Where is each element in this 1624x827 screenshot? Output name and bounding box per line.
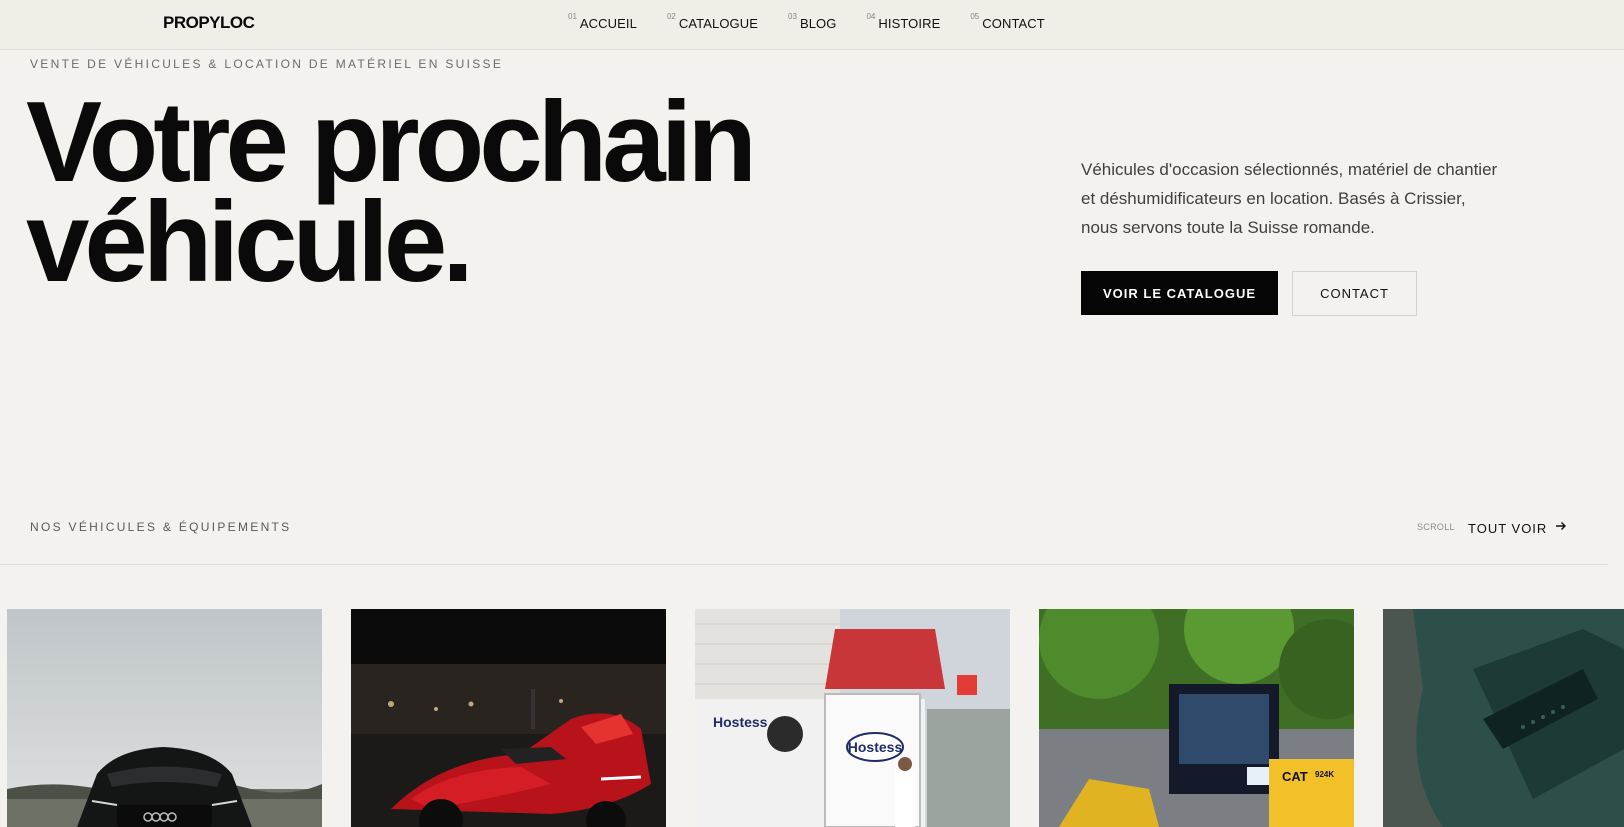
nav-number: 05 — [970, 12, 980, 21]
svg-text:Hostess: Hostess — [713, 714, 768, 730]
black-audi-car-image — [7, 609, 322, 827]
hero-title-line-1: Votre prochain — [26, 79, 757, 206]
nav-item-catalogue[interactable]: 02 CATALOGUE — [667, 12, 758, 38]
nav-number: 02 — [666, 12, 676, 21]
yellow-cat-loader-image: CAT 924K — [1039, 609, 1354, 827]
vehicle-card-car[interactable] — [7, 609, 322, 827]
nav-item-histoire[interactable]: 04 HISTOIRE — [866, 12, 940, 38]
nav-number: 01 — [568, 12, 577, 21]
contact-button[interactable]: CONTACT — [1292, 271, 1417, 316]
site-logo[interactable]: PROPYLOC — [163, 13, 255, 33]
vehicle-card-truck[interactable]: Hostess Hostess — [695, 609, 1010, 827]
hero-title: Votre prochain véhicule. — [26, 79, 757, 306]
see-all-label: TOUT VOIR — [1468, 520, 1548, 536]
svg-text:CAT: CAT — [1282, 769, 1308, 784]
view-catalogue-button[interactable]: VOIR LE CATALOGUE — [1081, 271, 1278, 315]
vehicle-card-motorcycle[interactable] — [351, 609, 666, 827]
nav-item-accueil[interactable]: 01 ACCUEIL — [568, 12, 637, 38]
nav-item-contact[interactable]: 05 CONTACT — [970, 12, 1044, 38]
nav-label: CATALOGUE — [678, 16, 759, 31]
vehicle-card-loader[interactable]: CAT 924K — [1039, 609, 1354, 827]
nav-label: HISTOIRE — [878, 16, 941, 31]
teal-equipment-case-image — [1383, 609, 1624, 827]
scroll-hint: SCROLL — [1417, 522, 1455, 532]
red-sport-motorcycle-image — [351, 609, 666, 827]
nav-number: 03 — [788, 12, 797, 21]
main-nav: 01 ACCUEIL 02 CATALOGUE 03 BLOG 04 HISTO… — [568, 12, 1075, 38]
nav-number: 04 — [866, 12, 876, 21]
see-all-link[interactable]: TOUT VOIR — [1468, 519, 1567, 537]
nav-label: ACCUEIL — [579, 16, 637, 31]
nav-label: CONTACT — [982, 16, 1045, 31]
nav-label: BLOG — [799, 16, 837, 31]
section-divider — [0, 564, 1608, 565]
section-label: NOS VÉHICULES & ÉQUIPEMENTS — [30, 520, 292, 534]
arrow-right-icon — [1555, 519, 1567, 537]
svg-text:Hostess: Hostess — [848, 739, 903, 755]
hero-title-line-2: véhicule. — [26, 179, 474, 306]
svg-text:924K: 924K — [1315, 770, 1334, 779]
hero-intro-text: Véhicules d'occasion sélectionnés, matér… — [1081, 160, 1498, 237]
vehicle-card-equipment[interactable] — [1383, 609, 1624, 827]
nav-item-blog[interactable]: 03 BLOG — [788, 12, 836, 38]
top-navigation-bar: PROPYLOC 01 ACCUEIL 02 CATALOGUE 03 BLOG… — [0, 0, 1624, 50]
white-delivery-truck-image: Hostess Hostess — [695, 609, 1010, 827]
hero-eyebrow: VENTE DE VÉHICULES & LOCATION DE MATÉRIE… — [30, 57, 504, 71]
